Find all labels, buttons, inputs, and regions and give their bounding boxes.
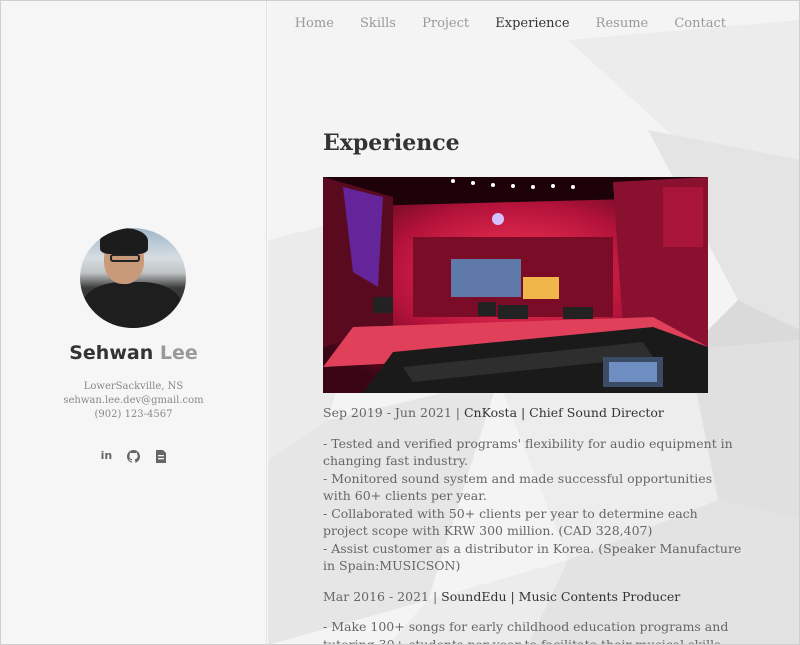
contact-info: LowerSackville, NS sehwan.lee.dev@gmail.… (0, 380, 267, 422)
experience-photo (323, 177, 708, 393)
nav-contact[interactable]: Contact (674, 16, 726, 31)
job-period: Mar 2016 - 2021 | (323, 588, 442, 604)
nav-experience[interactable]: Experience (495, 16, 569, 31)
job-period: Sep 2019 - Jun 2021 | (323, 405, 464, 420)
phone-text: (902) 123-4567 (94, 409, 173, 420)
location-text: LowerSackville, NS (83, 381, 184, 392)
profile-name: Sehwan Lee (0, 342, 267, 364)
bullet-item: - Make 100+ songs for early childhood ed… (323, 619, 729, 645)
bullet-item: - Tested and verified programs' flexibil… (323, 435, 733, 469)
nav-home[interactable]: Home (295, 16, 334, 31)
email-text: sehwan.lee.dev@gmail.com (63, 395, 204, 406)
bullet-item: - Assist customer as a distributor in Ko… (323, 540, 742, 574)
job-org-role: SoundEdu | Music Contents Producer (441, 588, 681, 604)
nav-resume[interactable]: Resume (596, 16, 649, 31)
job-bullets: - Make 100+ songs for early childhood ed… (323, 618, 743, 645)
profile-sidebar: Sehwan Lee LowerSackville, NS sehwan.lee… (0, 0, 267, 645)
linkedin-icon[interactable]: in (99, 449, 113, 463)
job-bullets: - Tested and verified programs' flexibil… (323, 435, 743, 575)
blog-icon[interactable] (154, 449, 168, 463)
first-name: Sehwan (69, 342, 154, 364)
job-header: Sep 2019 - Jun 2021 | CnKosta | Chief So… (323, 404, 743, 422)
avatar (80, 228, 186, 328)
page-title: Experience (323, 130, 460, 156)
nav-skills[interactable]: Skills (360, 16, 396, 31)
top-nav: Home Skills Project Experience Resume Co… (273, 16, 726, 31)
last-name: Lee (159, 342, 198, 364)
github-icon[interactable] (127, 449, 141, 463)
bullet-item: - Collaborated with 50+ clients per year… (323, 505, 698, 539)
bullet-item: - Monitored sound system and made succes… (323, 470, 713, 504)
experience-list: Sep 2019 - Jun 2021 | CnKosta | Chief So… (323, 404, 743, 645)
nav-project[interactable]: Project (422, 16, 469, 31)
main-content: Home Skills Project Experience Resume Co… (268, 0, 800, 645)
social-links: in (0, 444, 267, 463)
job-org-role: CnKosta | Chief Sound Director (463, 405, 664, 420)
job-header: Mar 2016 - 2021 | SoundEdu | Music Conte… (323, 588, 743, 606)
